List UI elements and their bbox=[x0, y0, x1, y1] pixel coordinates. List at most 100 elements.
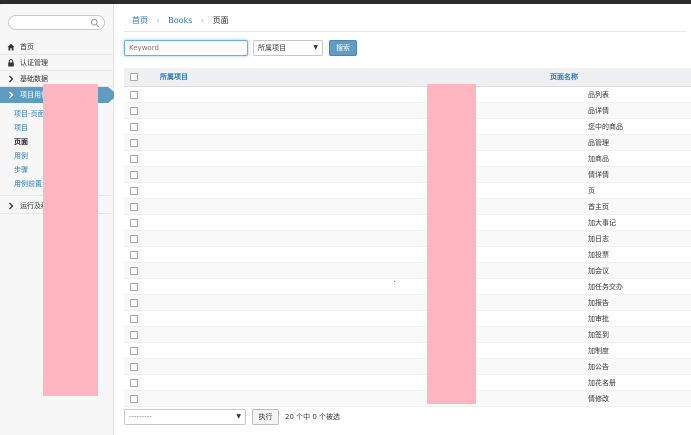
breadcrumb-section-link[interactable]: Books bbox=[168, 16, 192, 25]
sidebar-item-project-cases[interactable]: 项目用例 bbox=[0, 87, 118, 103]
page-name-cell[interactable]: 情修改 bbox=[588, 391, 609, 407]
lock-icon bbox=[8, 59, 14, 67]
row-checkbox[interactable] bbox=[130, 203, 138, 211]
table-row[interactable]: 品管理 bbox=[124, 135, 691, 151]
breadcrumb-home-link[interactable]: 首页 bbox=[132, 16, 148, 25]
caret-down-icon: ▼ bbox=[313, 44, 318, 51]
table-row[interactable]: 加公告 bbox=[124, 359, 691, 375]
sidebar-nav: 首页 认证管理 基础数据 项目用例 项目-页面-用例-步骤 项目 页面 用例 步… bbox=[0, 39, 118, 214]
select-all-checkbox[interactable] bbox=[130, 73, 138, 81]
sidebar-item-run-results[interactable]: 运行及结果 bbox=[0, 198, 114, 214]
table-row[interactable]: 页 bbox=[124, 183, 691, 199]
table-row[interactable]: 加报告 bbox=[124, 295, 691, 311]
page-name-cell[interactable]: 加制度 bbox=[588, 343, 609, 359]
action-select-value: --------- bbox=[129, 413, 152, 421]
page-name-cell[interactable]: 页 bbox=[588, 183, 595, 199]
stray-dot bbox=[394, 281, 395, 282]
action-select[interactable]: --------- ▼ bbox=[124, 409, 246, 425]
table-row[interactable]: 加花名册 bbox=[124, 375, 691, 391]
chevron-right-icon bbox=[9, 202, 14, 210]
page-name-cell[interactable]: 加公告 bbox=[588, 359, 609, 375]
table-row[interactable]: 加签到 bbox=[124, 327, 691, 343]
row-checkbox[interactable] bbox=[130, 379, 138, 387]
sidebar-item-auth[interactable]: 认证管理 bbox=[0, 55, 114, 71]
page-name-cell[interactable]: 加任务交办 bbox=[588, 279, 623, 295]
table-row[interactable]: 首主页 bbox=[124, 199, 691, 215]
page-name-cell[interactable]: 加审批 bbox=[588, 311, 609, 327]
table-row[interactable]: 您中的商品 bbox=[124, 119, 691, 135]
selection-counter: 20 个中 0 个被选 bbox=[285, 413, 341, 421]
row-checkbox[interactable] bbox=[130, 219, 138, 227]
main-content: 首页 › Books › 页面 所属项目 ▼ 搜索 所属项目 页面名称 品列表品… bbox=[114, 4, 691, 435]
page-name-cell[interactable]: 品管理 bbox=[588, 135, 609, 151]
column-header-project[interactable]: 所属项目 bbox=[160, 68, 188, 87]
sidebar-item-home[interactable]: 首页 bbox=[0, 39, 114, 55]
page-name-cell[interactable]: 情详情 bbox=[588, 167, 609, 183]
row-checkbox[interactable] bbox=[130, 235, 138, 243]
subnav-item-project[interactable]: 项目 bbox=[0, 121, 114, 135]
search-button[interactable]: 搜索 bbox=[329, 40, 357, 56]
subnav-item-page[interactable]: 页面 bbox=[0, 135, 114, 149]
row-checkbox[interactable] bbox=[130, 395, 138, 403]
page-name-cell[interactable]: 加投票 bbox=[588, 247, 609, 263]
row-checkbox[interactable] bbox=[130, 171, 138, 179]
page-name-cell[interactable]: 加大事记 bbox=[588, 215, 616, 231]
sidebar-item-label: 项目用例 bbox=[20, 91, 48, 99]
table-row[interactable]: 加任务交办 bbox=[124, 279, 691, 295]
row-checkbox[interactable] bbox=[130, 331, 138, 339]
page-name-cell[interactable]: 品列表 bbox=[588, 87, 609, 103]
row-checkbox[interactable] bbox=[130, 123, 138, 131]
table-row[interactable]: 品详情 bbox=[124, 103, 691, 119]
sidebar-item-basic-data[interactable]: 基础数据 bbox=[0, 71, 114, 87]
table-row[interactable]: 加会议 bbox=[124, 263, 691, 279]
sidebar-item-label: 运行及结果 bbox=[20, 202, 55, 210]
table-row[interactable]: 加大事记 bbox=[124, 215, 691, 231]
table-row[interactable]: 加制度 bbox=[124, 343, 691, 359]
subnav-item-case[interactable]: 用例 bbox=[0, 149, 114, 163]
row-checkbox[interactable] bbox=[130, 251, 138, 259]
row-checkbox[interactable] bbox=[130, 299, 138, 307]
row-checkbox[interactable] bbox=[130, 347, 138, 355]
row-checkbox[interactable] bbox=[130, 139, 138, 147]
table-header: 所属项目 页面名称 bbox=[124, 68, 691, 87]
page-name-cell[interactable]: 您中的商品 bbox=[588, 119, 623, 135]
table-body: 品列表 品详情 您中的商品 品管理 加商品 情详情页首主页 加大事记 加日志 加投票 加会议 加任务… bbox=[124, 87, 691, 407]
page-name-cell[interactable]: 品详情 bbox=[588, 103, 609, 119]
page-name-cell[interactable]: 加日志 bbox=[588, 231, 609, 247]
table-row[interactable]: 加投票 bbox=[124, 247, 691, 263]
table-row[interactable]: 加日志 bbox=[124, 231, 691, 247]
row-checkbox[interactable] bbox=[130, 155, 138, 163]
column-header-page-name[interactable]: 页面名称 bbox=[550, 68, 578, 87]
pages-table: 所属项目 页面名称 品列表 品详情 您中的商品 品管理 加商品 情详情页首主页 加大事记 加日… bbox=[124, 68, 691, 407]
page-name-cell[interactable]: 加商品 bbox=[588, 151, 609, 167]
row-checkbox[interactable] bbox=[130, 107, 138, 115]
row-checkbox[interactable] bbox=[130, 283, 138, 291]
row-checkbox[interactable] bbox=[130, 315, 138, 323]
page-name-cell[interactable]: 加报告 bbox=[588, 295, 609, 311]
sidebar-search-input[interactable] bbox=[15, 17, 91, 28]
chevron-right-icon bbox=[9, 91, 14, 99]
search-icon[interactable] bbox=[90, 18, 100, 28]
page-name-cell[interactable]: 首主页 bbox=[588, 199, 609, 215]
sidebar-item-label: 认证管理 bbox=[20, 59, 48, 67]
page-name-cell[interactable]: 加签到 bbox=[588, 327, 609, 343]
table-row[interactable]: 品列表 bbox=[124, 87, 691, 103]
action-bar: --------- ▼ 执行 20 个中 0 个被选 bbox=[124, 406, 686, 426]
row-checkbox[interactable] bbox=[130, 363, 138, 371]
table-row[interactable]: 情详情 bbox=[124, 167, 691, 183]
row-checkbox[interactable] bbox=[130, 187, 138, 195]
subnav-item-precondition-step[interactable]: 用例前置步骤 bbox=[0, 177, 114, 191]
row-checkbox[interactable] bbox=[130, 91, 138, 99]
subnav-item-step[interactable]: 步骤 bbox=[0, 163, 114, 177]
run-action-button[interactable]: 执行 bbox=[252, 409, 279, 425]
keyword-search-input[interactable] bbox=[124, 40, 248, 56]
row-checkbox[interactable] bbox=[130, 267, 138, 275]
subnav-item-hierarchy[interactable]: 项目-页面-用例-步骤 bbox=[0, 107, 114, 121]
table-row[interactable]: 加审批 bbox=[124, 311, 691, 327]
table-row[interactable]: 加商品 bbox=[124, 151, 691, 167]
page-name-cell[interactable]: 加会议 bbox=[588, 263, 609, 279]
page-name-cell[interactable]: 加花名册 bbox=[588, 375, 616, 391]
project-filter-select[interactable]: 所属项目 ▼ bbox=[253, 40, 323, 56]
chevron-right-icon bbox=[9, 75, 14, 83]
table-row[interactable]: 情修改 bbox=[124, 391, 691, 407]
